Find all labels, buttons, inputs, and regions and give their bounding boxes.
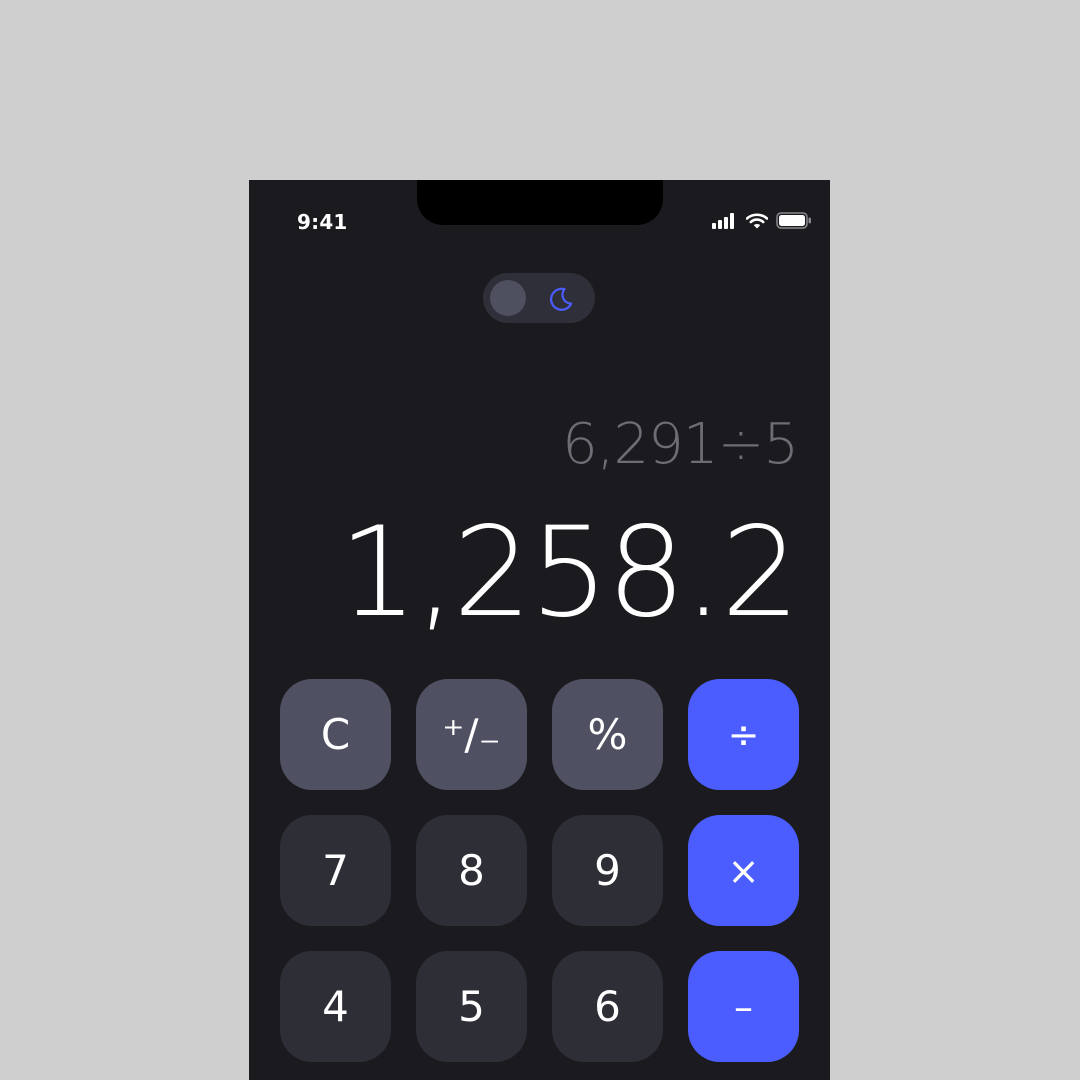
cellular-signal-icon xyxy=(712,212,738,229)
device-notch xyxy=(417,180,663,225)
digit-4-button[interactable]: 4 xyxy=(280,951,391,1062)
wifi-icon xyxy=(746,212,768,229)
percent-button[interactable]: % xyxy=(552,679,663,790)
calculator-app: 9:41 6,291÷5 1,258.2 C ⁺∕₋ % ÷ 7 8 9 × 4… xyxy=(249,180,830,1080)
digit-8-button[interactable]: 8 xyxy=(416,815,527,926)
plus-minus-button[interactable]: ⁺∕₋ xyxy=(416,679,527,790)
theme-toggle[interactable] xyxy=(483,273,595,323)
divide-button[interactable]: ÷ xyxy=(688,679,799,790)
subtract-button[interactable]: – xyxy=(688,951,799,1062)
keypad: C ⁺∕₋ % ÷ 7 8 9 × 4 5 6 – xyxy=(280,679,799,1062)
result-display: 1,258.2 xyxy=(338,501,800,645)
expression-display: 6,291÷5 xyxy=(562,412,799,477)
digit-7-button[interactable]: 7 xyxy=(280,815,391,926)
toggle-knob xyxy=(490,280,526,316)
battery-icon xyxy=(776,212,812,229)
digit-9-button[interactable]: 9 xyxy=(552,815,663,926)
status-time: 9:41 xyxy=(297,210,348,234)
digit-5-button[interactable]: 5 xyxy=(416,951,527,1062)
clear-button[interactable]: C xyxy=(280,679,391,790)
multiply-button[interactable]: × xyxy=(688,815,799,926)
digit-6-button[interactable]: 6 xyxy=(552,951,663,1062)
status-icons xyxy=(712,212,812,229)
moon-icon xyxy=(547,285,575,317)
